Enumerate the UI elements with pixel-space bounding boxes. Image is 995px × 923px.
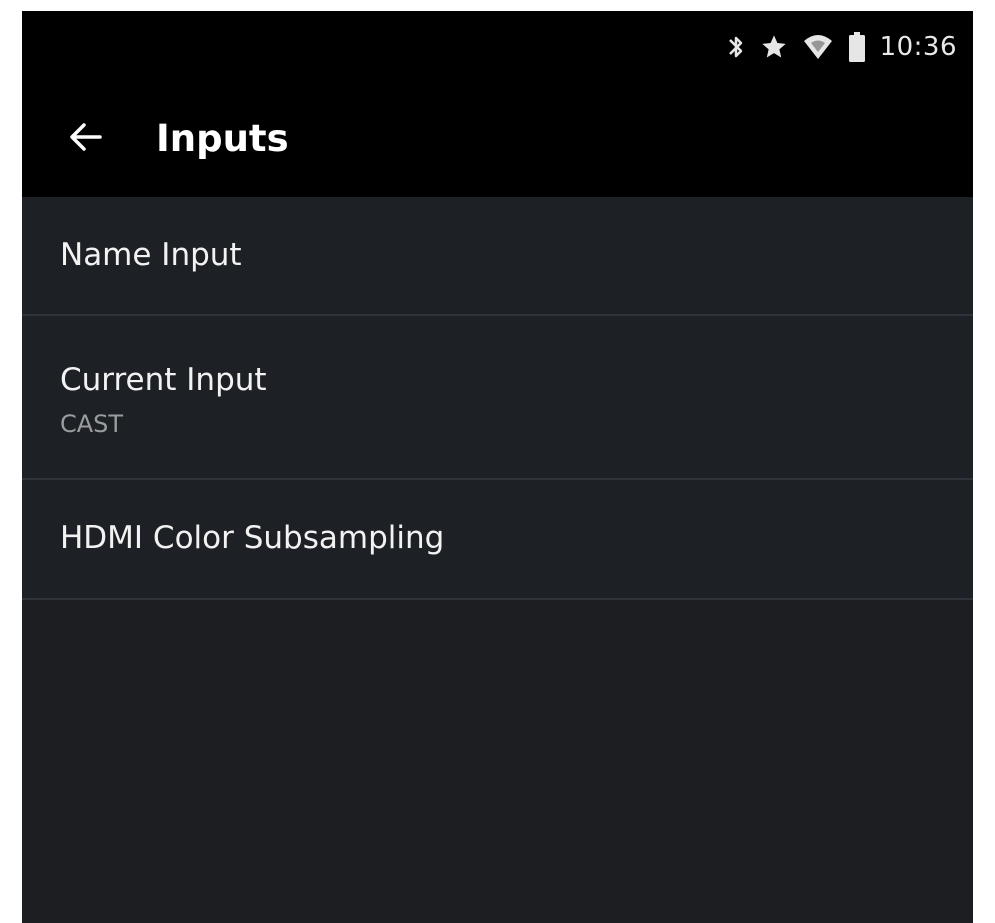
back-button[interactable] [60, 113, 112, 165]
status-icons: 10:36 [726, 31, 957, 63]
list-item-label: Current Input [60, 362, 267, 398]
bluetooth-icon [726, 32, 746, 62]
arrow-left-icon [66, 117, 106, 161]
battery-icon [848, 31, 866, 63]
list-item-hdmi-color-subsampling[interactable]: HDMI Color Subsampling [22, 480, 973, 600]
settings-list: Name Input Current Input CAST HDMI Color… [22, 197, 973, 600]
wifi-icon [802, 33, 834, 61]
page-title: Inputs [156, 117, 289, 160]
app-bar: Inputs [22, 83, 973, 197]
list-item-current-input[interactable]: Current Input CAST [22, 316, 973, 480]
empty-area [22, 600, 973, 923]
list-item-label: Name Input [60, 237, 242, 273]
status-bar: 10:36 [22, 11, 973, 83]
list-item-value: CAST [60, 410, 124, 438]
list-item-label: HDMI Color Subsampling [60, 520, 445, 556]
list-item-name-input[interactable]: Name Input [22, 197, 973, 316]
star-icon [760, 33, 788, 61]
status-time: 10:36 [879, 32, 957, 62]
screen: 10:36 Inputs Name Input Current Input CA… [22, 11, 973, 923]
